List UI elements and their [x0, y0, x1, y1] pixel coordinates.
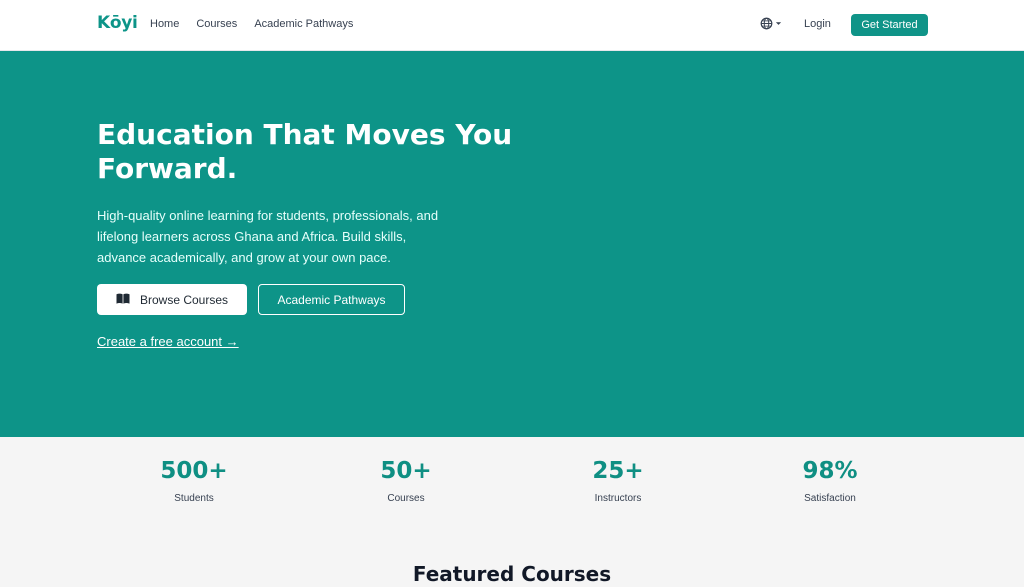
chevron-down-icon: [775, 20, 782, 27]
stat-value: 500+: [160, 458, 228, 484]
top-navbar: Kōyi Home Courses Academic Pathways Logi…: [0, 0, 1024, 51]
nav-link-courses[interactable]: Courses: [196, 18, 237, 30]
brand-logo[interactable]: Kōyi: [97, 13, 138, 33]
stat-value: 98%: [802, 458, 858, 484]
stats-section: 500+ Students 50+ Courses 25+ Instructor…: [0, 437, 1024, 576]
login-link[interactable]: Login: [804, 18, 831, 30]
stat-value: 25+: [592, 458, 644, 484]
globe-icon: [760, 17, 773, 30]
stat-label: Courses: [387, 493, 425, 504]
stat-value: 50+: [380, 458, 432, 484]
stat-label: Instructors: [594, 493, 642, 504]
browse-courses-label: Browse Courses: [139, 292, 229, 307]
featured-courses-heading: Featured Courses: [412, 562, 612, 586]
book-icon: [116, 293, 130, 307]
stat-students: 500+ Students: [104, 457, 284, 504]
stat-label: Students: [174, 493, 214, 504]
create-account-link[interactable]: Create a free account →: [97, 334, 239, 349]
main-nav: Home Courses Academic Pathways: [150, 18, 353, 30]
academic-pathways-button[interactable]: Academic Pathways: [258, 284, 405, 315]
stat-courses: 50+ Courses: [316, 457, 496, 504]
hero-title: Education That Moves You Forward.: [97, 118, 513, 185]
browse-courses-button[interactable]: Browse Courses: [97, 284, 247, 315]
hero-subtitle: High-quality online learning for student…: [97, 208, 439, 265]
hero-section: Education That Moves You Forward. High-q…: [0, 51, 1024, 437]
stat-label: Satisfaction: [804, 493, 856, 504]
nav-link-home[interactable]: Home: [150, 18, 179, 30]
language-selector[interactable]: [760, 17, 782, 30]
stat-satisfaction: 98% Satisfaction: [740, 457, 920, 504]
stat-instructors: 25+ Instructors: [528, 457, 708, 504]
nav-link-academic-pathways[interactable]: Academic Pathways: [254, 18, 353, 30]
get-started-button[interactable]: Get Started: [851, 14, 928, 36]
